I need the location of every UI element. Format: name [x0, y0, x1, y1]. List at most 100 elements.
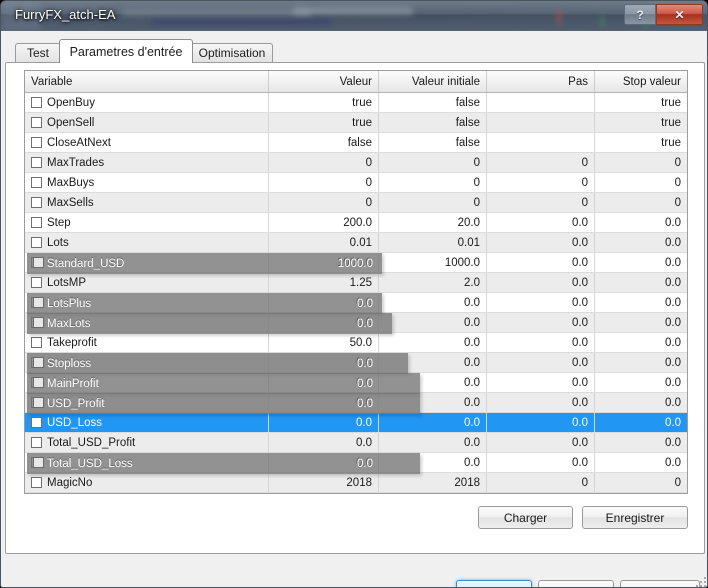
value-cell-1[interactable]: 50.0	[269, 333, 379, 353]
value-cell-3[interactable]: 0	[487, 153, 595, 173]
value-cell-2[interactable]: 1000.0	[379, 253, 487, 273]
value-cell-4[interactable]: 0.0	[595, 213, 687, 233]
value-cell-2[interactable]: 0.0	[379, 433, 487, 453]
table-body[interactable]: OpenBuytruefalsetrueOpenSelltruefalsetru…	[25, 93, 687, 493]
value-cell-4[interactable]: 0.0	[595, 333, 687, 353]
value-cell-4[interactable]: 0.0	[595, 433, 687, 453]
value-cell-2[interactable]: 0.01	[379, 233, 487, 253]
value-cell-1[interactable]: 1.25	[269, 273, 379, 293]
value-cell-2[interactable]: 0.0	[379, 413, 487, 433]
value-cell-1[interactable]: 0.0	[269, 313, 379, 333]
cancel-button[interactable]: Annuler	[538, 580, 614, 588]
table-row[interactable]: Step200.020.00.00.0	[25, 213, 687, 233]
value-cell-4[interactable]: 0.0	[595, 313, 687, 333]
value-cell-3[interactable]: 0.0	[487, 393, 595, 413]
value-cell-3[interactable]: 0.0	[487, 413, 595, 433]
tab-test[interactable]: Test	[15, 43, 61, 62]
value-cell-4[interactable]: 0.0	[595, 253, 687, 273]
value-cell-4[interactable]: 0.0	[595, 293, 687, 313]
table-row[interactable]: Lots0.010.010.00.0	[25, 233, 687, 253]
value-cell-4[interactable]: true	[595, 113, 687, 133]
value-cell-3[interactable]: 0.0	[487, 213, 595, 233]
table-row[interactable]: LotsPlus0.00.00.00.0	[25, 293, 687, 313]
value-cell-3[interactable]: 0	[487, 173, 595, 193]
table-row[interactable]: MainProfit0.00.00.00.0	[25, 373, 687, 393]
value-cell-2[interactable]: 0	[379, 193, 487, 213]
value-cell-1[interactable]: 0.0	[269, 353, 379, 373]
value-cell-2[interactable]: 2018	[379, 473, 487, 493]
table-row[interactable]: MaxBuys0000	[25, 173, 687, 193]
resize-grip[interactable]	[694, 575, 706, 587]
tab-input-parameters[interactable]: Parametres d'entrée	[59, 39, 193, 63]
value-cell-2[interactable]: 0.0	[379, 453, 487, 473]
value-cell-2[interactable]: 2.0	[379, 273, 487, 293]
value-cell-4[interactable]: 0.0	[595, 393, 687, 413]
value-cell-1[interactable]: true	[269, 93, 379, 113]
tab-optimisation[interactable]: Optimisation	[191, 43, 273, 62]
value-cell-4[interactable]: 0.0	[595, 413, 687, 433]
value-cell-2[interactable]: false	[379, 133, 487, 153]
value-cell-3[interactable]: 0.0	[487, 233, 595, 253]
value-cell-4[interactable]: 0	[595, 153, 687, 173]
value-cell-3[interactable]: 0	[487, 473, 595, 493]
table-row[interactable]: Standard_USD1000.01000.00.00.0	[25, 253, 687, 273]
table-row[interactable]: USD_Loss0.00.00.00.0	[25, 413, 687, 433]
value-cell-3[interactable]: 0.0	[487, 433, 595, 453]
value-cell-3[interactable]	[487, 133, 595, 153]
value-cell-1[interactable]: 0.0	[269, 433, 379, 453]
value-cell-1[interactable]: 0	[269, 153, 379, 173]
table-row[interactable]: OpenSelltruefalsetrue	[25, 113, 687, 133]
table-row[interactable]: OpenBuytruefalsetrue	[25, 93, 687, 113]
table-row[interactable]: Takeprofit50.00.00.00.0	[25, 333, 687, 353]
value-cell-2[interactable]: 20.0	[379, 213, 487, 233]
value-cell-3[interactable]: 0.0	[487, 313, 595, 333]
table-row[interactable]: MagicNo2018201800	[25, 473, 687, 493]
value-cell-3[interactable]: 0.0	[487, 273, 595, 293]
value-cell-4[interactable]: 0.0	[595, 353, 687, 373]
value-cell-3[interactable]: 0.0	[487, 253, 595, 273]
value-cell-2[interactable]: false	[379, 113, 487, 133]
value-cell-2[interactable]: 0.0	[379, 333, 487, 353]
value-cell-3[interactable]: 0	[487, 193, 595, 213]
value-cell-1[interactable]: 200.0	[269, 213, 379, 233]
table-row[interactable]: LotsMP1.252.00.00.0	[25, 273, 687, 293]
value-cell-4[interactable]: true	[595, 133, 687, 153]
value-cell-2[interactable]: 0.0	[379, 293, 487, 313]
value-cell-2[interactable]: 0.0	[379, 353, 487, 373]
ok-button[interactable]: OK	[456, 580, 532, 588]
value-cell-1[interactable]: 0.0	[269, 373, 379, 393]
close-button[interactable]: ✕	[656, 4, 703, 25]
table-row[interactable]: USD_Profit0.00.00.00.0	[25, 393, 687, 413]
value-cell-4[interactable]: 0.0	[595, 233, 687, 253]
value-cell-4[interactable]: 0.0	[595, 373, 687, 393]
value-cell-2[interactable]: 0	[379, 173, 487, 193]
reset-button[interactable]: Remise a zéro	[620, 580, 700, 588]
table-row[interactable]: MaxTrades0000	[25, 153, 687, 173]
value-cell-3[interactable]: 0.0	[487, 353, 595, 373]
value-cell-3[interactable]	[487, 93, 595, 113]
value-cell-4[interactable]: 0	[595, 173, 687, 193]
value-cell-4[interactable]: 0.0	[595, 273, 687, 293]
value-cell-1[interactable]: 0.0	[269, 413, 379, 433]
table-row[interactable]: MaxLots0.00.00.00.0	[25, 313, 687, 333]
title-bar[interactable]: FurryFX_atch-EA ? ✕	[1, 1, 708, 31]
value-cell-1[interactable]: 0	[269, 173, 379, 193]
value-cell-3[interactable]: 0.0	[487, 453, 595, 473]
value-cell-2[interactable]: 0.0	[379, 373, 487, 393]
value-cell-4[interactable]: 0.0	[595, 453, 687, 473]
table-row[interactable]: CloseAtNextfalsefalsetrue	[25, 133, 687, 153]
value-cell-4[interactable]: 0	[595, 193, 687, 213]
value-cell-1[interactable]: 0.0	[269, 453, 379, 473]
value-cell-1[interactable]: 0	[269, 193, 379, 213]
column-header-0[interactable]: Variable	[25, 71, 269, 92]
value-cell-1[interactable]: 2018	[269, 473, 379, 493]
save-button[interactable]: Enregistrer	[582, 506, 688, 529]
help-button[interactable]: ?	[624, 4, 656, 25]
value-cell-1[interactable]: true	[269, 113, 379, 133]
value-cell-3[interactable]	[487, 113, 595, 133]
table-row[interactable]: Total_USD_Loss0.00.00.00.0	[25, 453, 687, 473]
value-cell-3[interactable]: 0.0	[487, 293, 595, 313]
value-cell-1[interactable]: 1000.0	[269, 253, 379, 273]
value-cell-2[interactable]: false	[379, 93, 487, 113]
table-row[interactable]: Stoploss0.00.00.00.0	[25, 353, 687, 373]
